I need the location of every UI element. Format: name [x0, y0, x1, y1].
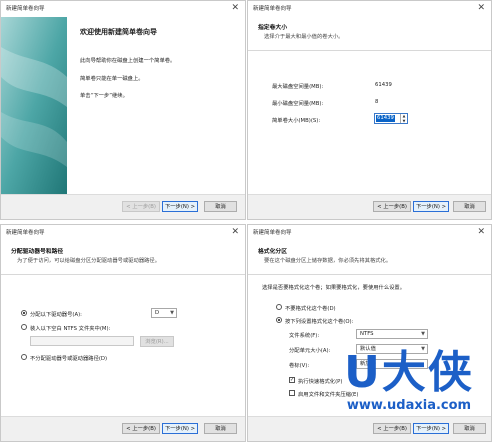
no-format-label[interactable]: 不要格式化这个卷(D) — [285, 304, 336, 312]
wizard-window-welcome: 新建简单卷向导 ✕ 欢迎使用新建简单卷向导 此向导帮助你在磁盘上创建一个简单卷。… — [0, 0, 246, 220]
file-system-label: 文件系统(F): — [289, 333, 320, 339]
quick-format-checkbox[interactable]: ✓ — [289, 377, 295, 383]
welcome-title: 欢迎使用新建简单卷向导 — [80, 28, 157, 36]
format-radio[interactable] — [276, 317, 282, 323]
format-label[interactable]: 按下列设置格式化这个卷(O): — [285, 317, 353, 325]
no-letter-radio[interactable] — [21, 354, 27, 360]
watermark-url: www.udaxia.com — [346, 398, 472, 413]
next-button[interactable]: 下一步(N) > — [162, 201, 198, 212]
welcome-text-2: 简单卷只能在单一磁盘上。 — [80, 76, 144, 82]
window-title: 新建简单卷向导 — [253, 230, 292, 236]
wizard-footer: < 上一步(B) 下一步(N) > 取消 — [1, 416, 245, 441]
close-icon[interactable]: ✕ — [231, 2, 239, 14]
title-bar: 新建简单卷向导 ✕ — [1, 1, 245, 17]
welcome-text-3: 单击“下一步”继续。 — [80, 93, 128, 99]
header-title: 分配驱动器号和路径 — [11, 249, 64, 255]
back-button[interactable]: < 上一步(B) — [122, 201, 160, 212]
volume-size-value[interactable]: 61439 — [376, 115, 395, 122]
site-watermark: U大侠 www.udaxia.com — [336, 348, 482, 428]
next-button[interactable]: 下一步(N) > — [162, 423, 198, 434]
min-space-value: 8 — [375, 99, 379, 105]
header-subtitle: 为了便于访问，可以给磁盘分区分配驱动器号或驱动器路径。 — [17, 258, 161, 264]
wizard-header: 格式化分区 要在这个磁盘分区上储存数据，你必须先将其格式化。 — [248, 241, 491, 275]
no-format-radio[interactable] — [276, 304, 282, 310]
cancel-button[interactable]: 取消 — [204, 423, 237, 434]
spinner-arrows-icon[interactable]: ▲ ▼ — [400, 114, 407, 123]
cancel-button[interactable]: 取消 — [453, 201, 486, 212]
min-space-label: 最小磁盘空间量(MB): — [272, 101, 324, 107]
assign-letter-radio[interactable] — [21, 310, 27, 316]
folder-path-input[interactable] — [30, 336, 134, 346]
mount-folder-radio[interactable] — [21, 324, 27, 330]
alloc-unit-label: 分配单元大小(A): — [289, 348, 331, 354]
close-icon[interactable]: ✕ — [477, 226, 485, 238]
cancel-button[interactable]: 取消 — [204, 201, 237, 212]
close-icon[interactable]: ✕ — [477, 2, 485, 14]
drive-letter-select[interactable]: D ▼ — [151, 308, 177, 318]
back-button[interactable]: < 上一步(B) — [122, 423, 160, 434]
wizard-footer: < 上一步(B) 下一步(N) > 取消 — [248, 194, 491, 219]
title-bar: 新建简单卷向导 ✕ — [1, 225, 245, 241]
compress-checkbox[interactable] — [289, 390, 295, 396]
close-icon[interactable]: ✕ — [231, 226, 239, 238]
format-intro-text: 选择是否要格式化这个卷；如果要格式化，要使用什么设置。 — [262, 285, 406, 291]
back-button[interactable]: < 上一步(B) — [373, 201, 411, 212]
max-space-value: 61439 — [375, 82, 392, 88]
volume-size-label: 简单卷大小(MB)(S): — [272, 118, 321, 124]
drive-letter-value: D — [155, 310, 160, 316]
volume-label-label: 卷标(V): — [289, 363, 310, 369]
mount-folder-label[interactable]: 装入以下空白 NTFS 文件夹中(M): — [30, 324, 110, 332]
max-space-label: 最大磁盘空间量(MB): — [272, 84, 324, 90]
watermark-logo-text: U大侠 — [344, 347, 474, 398]
wizard-window-drive-letter: 新建简单卷向导 ✕ 分配驱动器号和路径 为了便于访问，可以给磁盘分区分配驱动器号… — [0, 224, 246, 442]
header-title: 格式化分区 — [258, 249, 287, 255]
welcome-text-1: 此向导帮助你在磁盘上创建一个简单卷。 — [80, 58, 176, 64]
header-subtitle: 选择介于最大和最小值的卷大小。 — [264, 34, 344, 40]
window-title: 新建简单卷向导 — [6, 6, 45, 12]
file-system-value: NTFS — [360, 331, 374, 337]
file-system-select[interactable]: NTFS ▼ — [356, 329, 428, 339]
assign-letter-label[interactable]: 分配以下驱动器号(A): — [30, 310, 82, 318]
wizard-banner-image — [1, 17, 67, 197]
wizard-header: 指定卷大小 选择介于最大和最小值的卷大小。 — [248, 17, 491, 51]
volume-size-spinner[interactable]: 61439 ▲ ▼ — [374, 113, 408, 124]
no-letter-label[interactable]: 不分配驱动器号或驱动器路径(D) — [30, 354, 107, 362]
title-bar: 新建简单卷向导 ✕ — [248, 225, 491, 241]
wizard-header: 分配驱动器号和路径 为了便于访问，可以给磁盘分区分配驱动器号或驱动器路径。 — [1, 241, 245, 275]
wizard-window-volume-size: 新建简单卷向导 ✕ 指定卷大小 选择介于最大和最小值的卷大小。 最大磁盘空间量(… — [247, 0, 492, 220]
header-subtitle: 要在这个磁盘分区上储存数据，你必须先将其格式化。 — [264, 258, 392, 264]
chevron-down-icon: ▼ — [170, 310, 174, 316]
window-title: 新建简单卷向导 — [6, 230, 45, 236]
next-button[interactable]: 下一步(N) > — [413, 201, 449, 212]
browse-button[interactable]: 浏览(R)... — [140, 336, 174, 347]
title-bar: 新建简单卷向导 ✕ — [248, 1, 491, 17]
wizard-footer: < 上一步(B) 下一步(N) > 取消 — [1, 194, 245, 219]
chevron-down-icon: ▼ — [421, 331, 425, 337]
window-title: 新建简单卷向导 — [253, 6, 292, 12]
header-title: 指定卷大小 — [258, 25, 287, 31]
